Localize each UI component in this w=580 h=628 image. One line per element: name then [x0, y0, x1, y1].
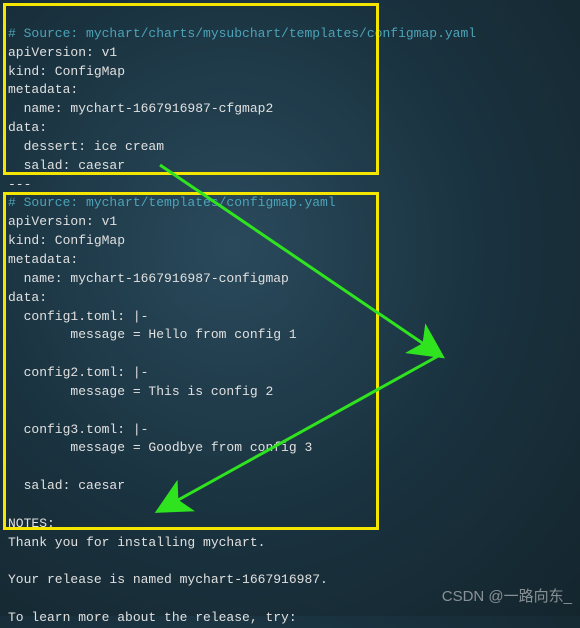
yaml-line: apiVersion: v1: [8, 214, 117, 229]
source-comment-1: # Source: mychart/charts/mysubchart/temp…: [8, 26, 476, 41]
yaml-line: dessert: ice cream: [8, 139, 164, 154]
source-comment-2: # Source: mychart/templates/configmap.ya…: [8, 195, 336, 210]
yaml-line: salad: caesar: [8, 478, 125, 493]
notes-line: To learn more about the release, try:: [8, 610, 297, 625]
yaml-line: salad: caesar: [8, 158, 125, 173]
watermark: CSDN @一路向东_: [442, 586, 572, 608]
yaml-separator: ---: [8, 177, 31, 192]
yaml-line: message = Goodbye from config 3: [8, 440, 312, 455]
yaml-line: metadata:: [8, 252, 78, 267]
yaml-line: data:: [8, 120, 47, 135]
yaml-line: config3.toml: |-: [8, 422, 148, 437]
yaml-line: config1.toml: |-: [8, 309, 148, 324]
yaml-line: metadata:: [8, 82, 78, 97]
yaml-line: name: mychart-1667916987-configmap: [8, 271, 289, 286]
yaml-line: kind: ConfigMap: [8, 64, 125, 79]
notes-line: NOTES:: [8, 516, 55, 531]
terminal-output: # Source: mychart/charts/mysubchart/temp…: [0, 0, 580, 628]
notes-line: Your release is named mychart-1667916987…: [8, 572, 328, 587]
yaml-line: message = This is config 2: [8, 384, 273, 399]
yaml-line: data:: [8, 290, 47, 305]
yaml-line: message = Hello from config 1: [8, 327, 297, 342]
yaml-line: name: mychart-1667916987-cfgmap2: [8, 101, 273, 116]
yaml-line: config2.toml: |-: [8, 365, 148, 380]
yaml-line: kind: ConfigMap: [8, 233, 125, 248]
notes-line: Thank you for installing mychart.: [8, 535, 265, 550]
yaml-line: apiVersion: v1: [8, 45, 117, 60]
